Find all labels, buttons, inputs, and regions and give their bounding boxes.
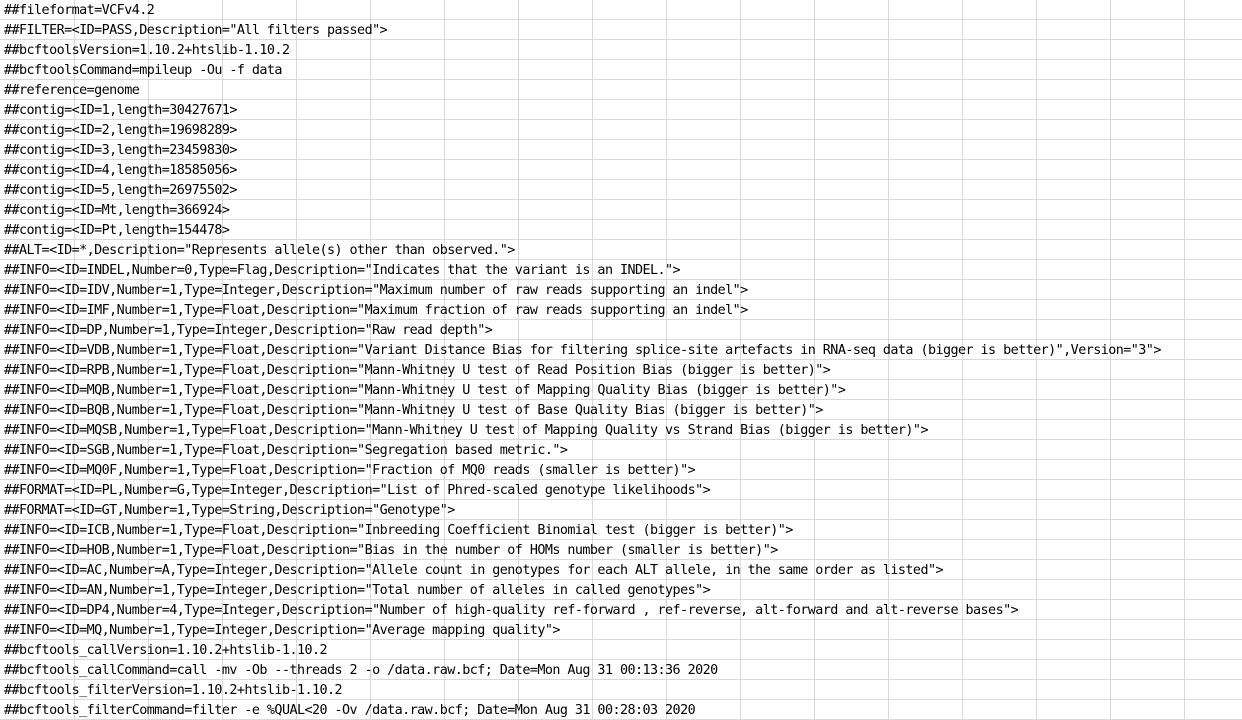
cell-text[interactable]: ##contig=<ID=3,length=23459830>	[4, 141, 237, 160]
cell-text[interactable]: ##INFO=<ID=AC,Number=A,Type=Integer,Desc…	[4, 561, 944, 580]
cell-text[interactable]: ##contig=<ID=2,length=19698289>	[4, 121, 237, 140]
cell-text[interactable]: ##bcftools_callCommand=call -mv -Ob --th…	[4, 661, 718, 680]
sheet-row[interactable]: ##reference=genome	[0, 80, 1242, 100]
sheet-row[interactable]: ##INFO=<ID=MQB,Number=1,Type=Float,Descr…	[0, 380, 1242, 400]
sheet-row[interactable]: ##INFO=<ID=HOB,Number=1,Type=Float,Descr…	[0, 540, 1242, 560]
sheet-row[interactable]: ##contig=<ID=2,length=19698289>	[0, 120, 1242, 140]
cell-text[interactable]: ##INFO=<ID=AN,Number=1,Type=Integer,Desc…	[4, 581, 711, 600]
sheet-row[interactable]: ##bcftoolsCommand=mpileup -Ou -f data	[0, 60, 1242, 80]
sheet-row[interactable]: ##INFO=<ID=IDV,Number=1,Type=Integer,Des…	[0, 280, 1242, 300]
cell-text[interactable]: ##INFO=<ID=IDV,Number=1,Type=Integer,Des…	[4, 281, 748, 300]
cell-text[interactable]: ##bcftools_filterCommand=filter -e %QUAL…	[4, 701, 696, 720]
sheet-row[interactable]: ##bcftools_filterVersion=1.10.2+htslib-1…	[0, 680, 1242, 700]
sheet-row[interactable]: ##contig=<ID=Pt,length=154478>	[0, 220, 1242, 240]
cell-text[interactable]: ##reference=genome	[4, 81, 140, 100]
cell-text[interactable]: ##contig=<ID=Mt,length=366924>	[4, 201, 230, 220]
cell-text[interactable]: ##INFO=<ID=RPB,Number=1,Type=Float,Descr…	[4, 361, 831, 380]
sheet-row[interactable]: ##FILTER=<ID=PASS,Description="All filte…	[0, 20, 1242, 40]
sheet-row[interactable]: ##INFO=<ID=MQ0F,Number=1,Type=Float,Desc…	[0, 460, 1242, 480]
sheet-row[interactable]: ##INFO=<ID=BQB,Number=1,Type=Float,Descr…	[0, 400, 1242, 420]
sheet-row[interactable]: ##INFO=<ID=RPB,Number=1,Type=Float,Descr…	[0, 360, 1242, 380]
sheet-row[interactable]: ##INFO=<ID=MQSB,Number=1,Type=Float,Desc…	[0, 420, 1242, 440]
sheet-row[interactable]: ##INFO=<ID=DP4,Number=4,Type=Integer,Des…	[0, 600, 1242, 620]
cell-text[interactable]: ##bcftools_filterVersion=1.10.2+htslib-1…	[4, 681, 343, 700]
cell-text[interactable]: ##INFO=<ID=HOB,Number=1,Type=Float,Descr…	[4, 541, 778, 560]
sheet-row[interactable]: ##INFO=<ID=AN,Number=1,Type=Integer,Desc…	[0, 580, 1242, 600]
cell-text[interactable]: ##contig=<ID=4,length=18585056>	[4, 161, 237, 180]
sheet-row[interactable]: ##fileformat=VCFv4.2	[0, 0, 1242, 20]
spreadsheet-grid: ##fileformat=VCFv4.2 ##FILTER=<ID=PASS,D…	[0, 0, 1242, 720]
sheet-row[interactable]: ##FORMAT=<ID=PL,Number=G,Type=Integer,De…	[0, 480, 1242, 500]
cell-text[interactable]: ##INFO=<ID=IMF,Number=1,Type=Float,Descr…	[4, 301, 748, 320]
sheet-row[interactable]: ##ALT=<ID=*,Description="Represents alle…	[0, 240, 1242, 260]
cell-text[interactable]: ##INFO=<ID=MQSB,Number=1,Type=Float,Desc…	[4, 421, 929, 440]
cell-text[interactable]: ##FORMAT=<ID=GT,Number=1,Type=String,Des…	[4, 501, 455, 520]
cell-text[interactable]: ##INFO=<ID=INDEL,Number=0,Type=Flag,Desc…	[4, 261, 681, 280]
sheet-row[interactable]: ##contig=<ID=Mt,length=366924>	[0, 200, 1242, 220]
cell-text[interactable]: ##INFO=<ID=MQB,Number=1,Type=Float,Descr…	[4, 381, 846, 400]
cell-text[interactable]: ##INFO=<ID=ICB,Number=1,Type=Float,Descr…	[4, 521, 793, 540]
cell-text[interactable]: ##FORMAT=<ID=PL,Number=G,Type=Integer,De…	[4, 481, 711, 500]
sheet-row[interactable]: ##INFO=<ID=ICB,Number=1,Type=Float,Descr…	[0, 520, 1242, 540]
cell-text[interactable]: ##bcftoolsCommand=mpileup -Ou -f data	[4, 61, 283, 80]
cell-text[interactable]: ##bcftoolsVersion=1.10.2+htslib-1.10.2	[4, 41, 290, 60]
cell-text[interactable]: ##contig=<ID=1,length=30427671>	[4, 101, 237, 120]
sheet-row[interactable]: ##contig=<ID=5,length=26975502>	[0, 180, 1242, 200]
cell-text[interactable]: ##INFO=<ID=BQB,Number=1,Type=Float,Descr…	[4, 401, 823, 420]
sheet-row[interactable]: ##INFO=<ID=VDB,Number=1,Type=Float,Descr…	[0, 340, 1242, 360]
sheet-row[interactable]: ##INFO=<ID=DP,Number=1,Type=Integer,Desc…	[0, 320, 1242, 340]
sheet-row[interactable]: ##INFO=<ID=MQ,Number=1,Type=Integer,Desc…	[0, 620, 1242, 640]
cell-text[interactable]: ##bcftools_callVersion=1.10.2+htslib-1.1…	[4, 641, 328, 660]
cell-text[interactable]: ##FILTER=<ID=PASS,Description="All filte…	[4, 21, 388, 40]
sheet-row[interactable]: ##bcftools_callVersion=1.10.2+htslib-1.1…	[0, 640, 1242, 660]
sheet-row[interactable]: ##bcftools_filterCommand=filter -e %QUAL…	[0, 700, 1242, 720]
cell-text[interactable]: ##INFO=<ID=DP4,Number=4,Type=Integer,Des…	[4, 601, 1019, 620]
cell-text[interactable]: ##contig=<ID=5,length=26975502>	[4, 181, 237, 200]
cell-text[interactable]: ##INFO=<ID=MQ0F,Number=1,Type=Float,Desc…	[4, 461, 696, 480]
cell-text[interactable]: ##INFO=<ID=VDB,Number=1,Type=Float,Descr…	[4, 341, 1161, 360]
sheet-row[interactable]: ##INFO=<ID=IMF,Number=1,Type=Float,Descr…	[0, 300, 1242, 320]
sheet-row[interactable]: ##contig=<ID=3,length=23459830>	[0, 140, 1242, 160]
sheet-row[interactable]: ##INFO=<ID=AC,Number=A,Type=Integer,Desc…	[0, 560, 1242, 580]
sheet-row[interactable]: ##contig=<ID=4,length=18585056>	[0, 160, 1242, 180]
sheet-row[interactable]: ##INFO=<ID=SGB,Number=1,Type=Float,Descr…	[0, 440, 1242, 460]
cell-text[interactable]: ##ALT=<ID=*,Description="Represents alle…	[4, 241, 515, 260]
sheet-row[interactable]: ##FORMAT=<ID=GT,Number=1,Type=String,Des…	[0, 500, 1242, 520]
sheet-row[interactable]: ##bcftools_callCommand=call -mv -Ob --th…	[0, 660, 1242, 680]
cell-text[interactable]: ##fileformat=VCFv4.2	[4, 1, 155, 20]
sheet-row[interactable]: ##INFO=<ID=INDEL,Number=0,Type=Flag,Desc…	[0, 260, 1242, 280]
cell-text[interactable]: ##contig=<ID=Pt,length=154478>	[4, 221, 230, 240]
cell-text[interactable]: ##INFO=<ID=SGB,Number=1,Type=Float,Descr…	[4, 441, 568, 460]
sheet-row[interactable]: ##contig=<ID=1,length=30427671>	[0, 100, 1242, 120]
cell-text[interactable]: ##INFO=<ID=MQ,Number=1,Type=Integer,Desc…	[4, 621, 560, 640]
cell-text[interactable]: ##INFO=<ID=DP,Number=1,Type=Integer,Desc…	[4, 321, 493, 340]
sheet-row[interactable]: ##bcftoolsVersion=1.10.2+htslib-1.10.2	[0, 40, 1242, 60]
